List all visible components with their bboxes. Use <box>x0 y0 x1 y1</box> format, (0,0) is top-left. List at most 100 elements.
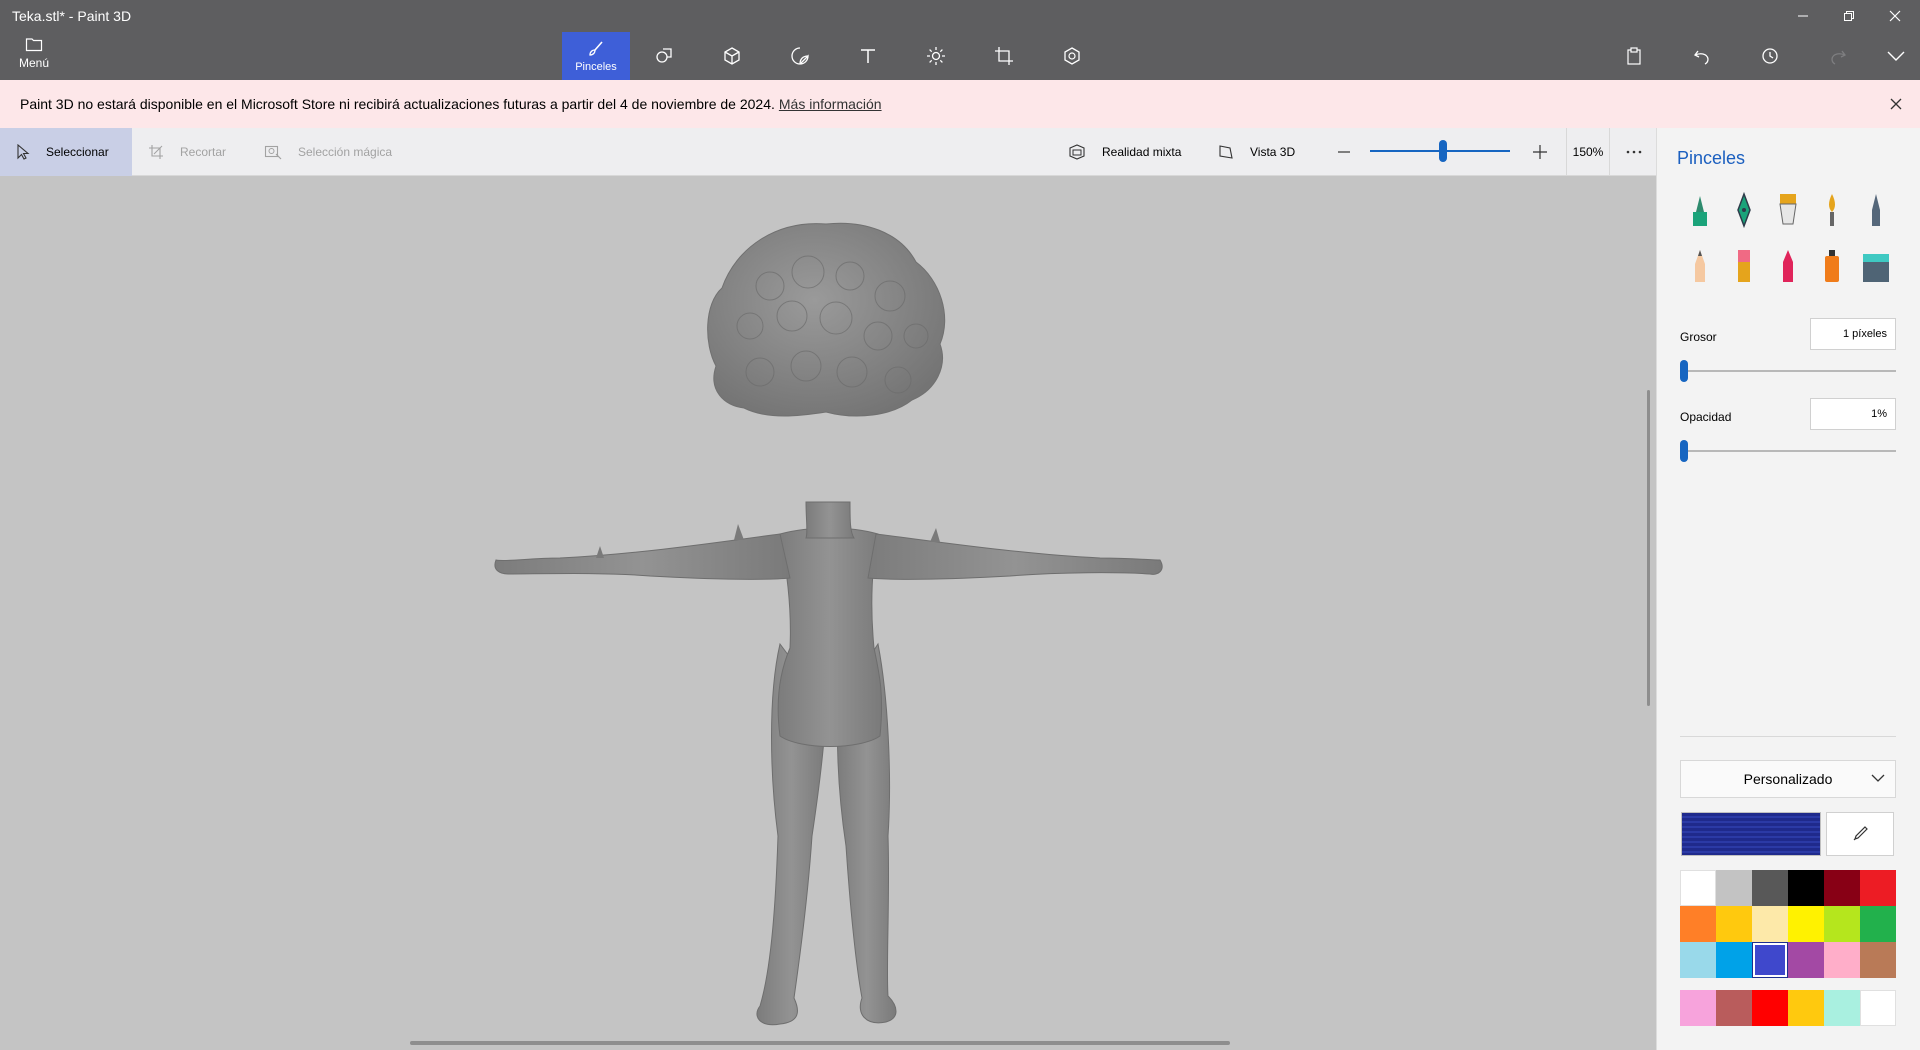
spray-can-icon[interactable] <box>1814 244 1850 288</box>
current-color-preview[interactable] <box>1681 812 1821 856</box>
crayon-icon[interactable] <box>1770 244 1806 288</box>
restore-button[interactable] <box>1826 0 1872 32</box>
opacity-input[interactable]: 1% <box>1810 398 1896 430</box>
opacity-slider-track[interactable] <box>1680 450 1896 452</box>
panel-title: Pinceles <box>1677 148 1746 168</box>
tool-3d-shapes[interactable] <box>698 32 766 80</box>
color-swatch[interactable] <box>1788 870 1824 906</box>
palette-dropdown[interactable]: Personalizado <box>1680 760 1896 798</box>
more-info-link[interactable]: Más información <box>779 96 882 112</box>
color-swatch[interactable] <box>1680 870 1716 906</box>
redo-button[interactable] <box>1818 38 1858 74</box>
mixed-reality-button[interactable]: Realidad mixta <box>1068 128 1181 176</box>
oil-brush-icon[interactable] <box>1770 188 1806 232</box>
thickness-slider-thumb[interactable] <box>1680 360 1688 382</box>
select-button[interactable]: Seleccionar <box>0 128 132 176</box>
pencil-icon[interactable] <box>1682 244 1718 288</box>
close-icon <box>1889 10 1901 22</box>
marker-icon[interactable] <box>1682 188 1718 232</box>
minus-icon <box>1338 151 1350 153</box>
color-swatch[interactable] <box>1752 870 1788 906</box>
title-bar: Teka.stl* - Paint 3D Menú Pinceles <box>0 0 1920 80</box>
thickness-input[interactable]: 1 píxeles <box>1810 318 1896 350</box>
eraser-icon[interactable] <box>1726 244 1762 288</box>
history-button[interactable] <box>1750 38 1790 74</box>
color-swatch[interactable] <box>1860 990 1896 1026</box>
color-swatch[interactable] <box>1752 906 1788 942</box>
zoom-percentage[interactable]: 150% <box>1566 128 1610 176</box>
menu-label: Menú <box>18 56 50 70</box>
tool-stickers[interactable] <box>766 32 834 80</box>
expand-button[interactable] <box>1876 38 1916 74</box>
color-swatch[interactable] <box>1680 990 1716 1026</box>
color-swatch[interactable] <box>1788 906 1824 942</box>
banner-close-button[interactable] <box>1886 94 1906 114</box>
color-swatch[interactable] <box>1824 906 1860 942</box>
cube-icon <box>724 47 740 65</box>
opacity-label: Opacidad <box>1680 410 1732 424</box>
color-swatch[interactable] <box>1752 942 1788 978</box>
undo-icon <box>1694 50 1709 65</box>
color-swatch[interactable] <box>1860 942 1896 978</box>
3d-model[interactable] <box>0 176 1656 1050</box>
mixed-reality-label: Realidad mixta <box>1102 145 1182 159</box>
text-icon <box>861 49 875 63</box>
zoom-out-button[interactable] <box>1334 128 1354 176</box>
horizontal-scrollbar[interactable] <box>410 1041 1230 1045</box>
eyedropper-button[interactable] <box>1826 812 1894 856</box>
color-swatch[interactable] <box>1824 990 1860 1026</box>
magic-select-label: Selección mágica <box>298 145 393 159</box>
more-icon <box>1626 150 1642 154</box>
view-3d-button[interactable]: Vista 3D <box>1218 128 1295 176</box>
palette-dropdown-value: Personalizado <box>1743 771 1833 787</box>
color-swatch[interactable] <box>1716 870 1752 906</box>
color-swatch[interactable] <box>1824 870 1860 906</box>
history-icon <box>1762 48 1778 64</box>
color-swatch[interactable] <box>1860 906 1896 942</box>
minimize-button[interactable] <box>1780 0 1826 32</box>
thickness-slider-track[interactable] <box>1680 370 1896 372</box>
pixel-pen-icon[interactable] <box>1858 188 1894 232</box>
view-3d-icon <box>1219 145 1233 159</box>
close-window-button[interactable] <box>1872 0 1918 32</box>
menu-button[interactable]: Menú <box>8 36 60 76</box>
tool-canvas[interactable] <box>970 32 1038 80</box>
crop-button[interactable]: Recortar <box>148 128 226 176</box>
tool-text[interactable] <box>834 32 902 80</box>
calligraphy-pen-icon[interactable] <box>1726 188 1762 232</box>
color-swatch[interactable] <box>1716 942 1752 978</box>
color-swatch[interactable] <box>1680 906 1716 942</box>
cursor-icon <box>17 144 30 160</box>
select-label: Seleccionar <box>46 145 109 159</box>
more-options-button[interactable] <box>1622 128 1646 176</box>
canvas-area[interactable] <box>0 176 1656 1050</box>
tool-effects[interactable] <box>902 32 970 80</box>
tool-2d-shapes[interactable] <box>630 32 698 80</box>
color-swatch[interactable] <box>1716 990 1752 1026</box>
chevron-down-icon <box>1871 774 1885 782</box>
color-swatch[interactable] <box>1680 942 1716 978</box>
color-swatch[interactable] <box>1788 990 1824 1026</box>
close-icon <box>1890 98 1902 110</box>
paste-button[interactable] <box>1614 38 1654 74</box>
opacity-slider-thumb[interactable] <box>1680 440 1688 462</box>
color-swatch[interactable] <box>1860 870 1896 906</box>
tool-3d-library[interactable] <box>1038 32 1106 80</box>
sticker-icon <box>791 47 809 65</box>
color-swatch[interactable] <box>1752 990 1788 1026</box>
tool-brushes[interactable]: Pinceles <box>562 32 630 80</box>
color-swatch[interactable] <box>1824 942 1860 978</box>
fill-icon[interactable] <box>1858 244 1894 288</box>
undo-button[interactable] <box>1682 38 1722 74</box>
canvas-crop-icon <box>995 47 1013 65</box>
color-swatch[interactable] <box>1788 942 1824 978</box>
folder-icon <box>25 38 43 52</box>
watercolor-icon[interactable] <box>1814 188 1850 232</box>
color-swatch[interactable] <box>1716 906 1752 942</box>
panel-divider <box>1680 736 1896 737</box>
zoom-in-button[interactable] <box>1530 128 1550 176</box>
vertical-scrollbar[interactable] <box>1647 390 1650 706</box>
magic-select-button[interactable]: Selección mágica <box>264 128 392 176</box>
zoom-slider-thumb[interactable] <box>1438 140 1447 162</box>
minimize-icon <box>1798 15 1808 17</box>
